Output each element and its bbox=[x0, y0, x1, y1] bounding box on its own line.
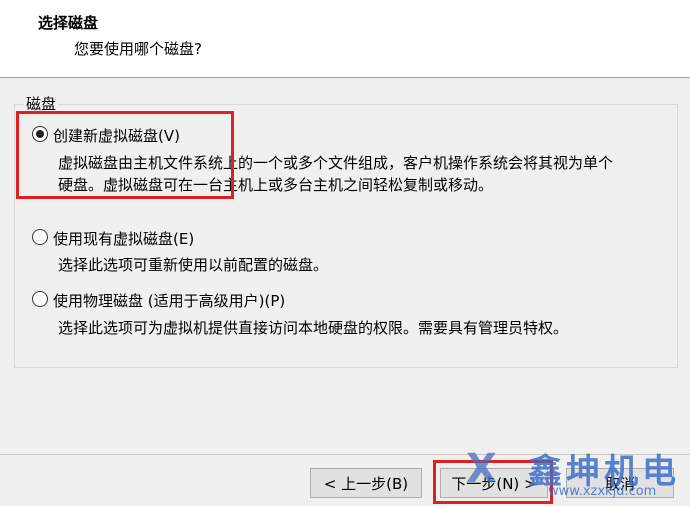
page-subtitle: 您要使用哪个磁盘? bbox=[74, 40, 202, 58]
option-use-physical-disk-label[interactable]: 使用物理磁盘 (适用于高级用户)(P) bbox=[53, 290, 285, 311]
wizard-header: 选择磁盘 您要使用哪个磁盘? bbox=[0, 0, 690, 78]
watermark-logo-icon: X bbox=[466, 446, 497, 492]
radio-use-physical-disk[interactable] bbox=[32, 291, 48, 307]
watermark-url: www.xzxkjd.com bbox=[548, 484, 657, 499]
highlight-box-option bbox=[16, 111, 234, 199]
option-use-existing-disk-label[interactable]: 使用现有虚拟磁盘(E) bbox=[53, 228, 194, 249]
page-title: 选择磁盘 bbox=[38, 14, 99, 32]
option-use-physical-disk-desc: 选择此选项可为虚拟机提供直接访问本地硬盘的权限。需要具有管理员特权。 bbox=[58, 319, 569, 337]
option-use-existing-disk-desc: 选择此选项可重新使用以前配置的磁盘。 bbox=[58, 256, 329, 274]
radio-use-existing-disk[interactable] bbox=[32, 229, 48, 245]
back-button[interactable]: < 上一步(B) bbox=[310, 468, 422, 498]
